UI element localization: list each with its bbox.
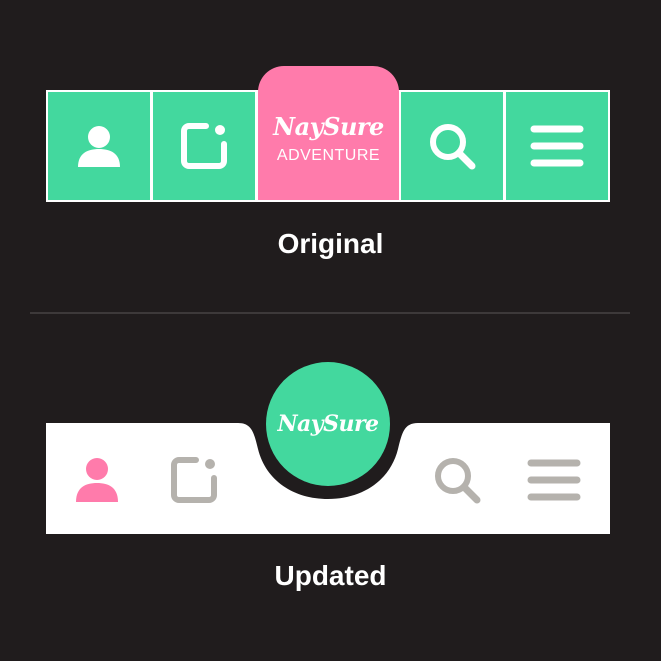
note-icon bbox=[181, 123, 227, 169]
updated-nav-notes[interactable] bbox=[154, 440, 234, 520]
original-nav-search[interactable] bbox=[401, 92, 503, 200]
original-nav-profile[interactable] bbox=[48, 92, 150, 200]
original-nav-notes[interactable] bbox=[153, 92, 255, 200]
original-nav-menu[interactable] bbox=[506, 92, 608, 200]
brand-wordmark: NaySure bbox=[273, 112, 384, 141]
brand-subtitle: ADVENTURE bbox=[276, 147, 381, 164]
search-icon bbox=[435, 458, 481, 504]
menu-icon bbox=[527, 459, 581, 501]
original-caption: Original bbox=[277, 228, 384, 259]
original-brand-logo[interactable]: NaySure ADVENTURE bbox=[258, 66, 399, 200]
section-divider bbox=[30, 312, 630, 314]
menu-icon bbox=[530, 125, 584, 167]
search-icon bbox=[430, 124, 476, 170]
note-icon bbox=[171, 457, 217, 503]
user-icon bbox=[78, 126, 120, 167]
updated-nav-profile[interactable] bbox=[57, 440, 137, 520]
updated-nav-search[interactable] bbox=[417, 440, 497, 520]
updated-caption: Updated bbox=[274, 560, 387, 591]
brand-wordmark: NaySure bbox=[277, 411, 379, 437]
updated-nav-menu[interactable] bbox=[514, 440, 594, 520]
user-icon bbox=[76, 458, 118, 502]
updated-brand-logo[interactable]: NaySure bbox=[266, 362, 390, 486]
